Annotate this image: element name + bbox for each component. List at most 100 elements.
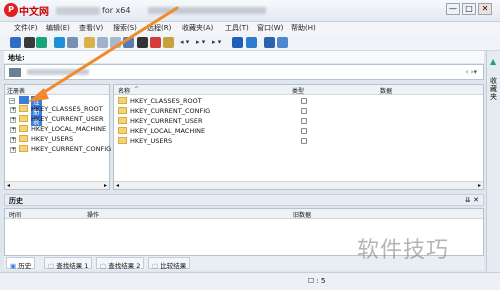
status-bar: ☐ : 5 [0,272,500,290]
save-icon[interactable] [24,37,35,48]
tree-item-current-config[interactable]: HKEY_CURRENT_CONFIG [19,145,111,154]
tab-history[interactable]: ▣ 历史 [6,257,36,270]
scroll-right-icon[interactable]: ▸ [478,182,481,189]
search-icon: ▢ [100,262,109,270]
favorites-dock[interactable]: ▲ 收藏夹 [486,51,500,290]
app-logo: P [4,3,18,17]
address-bar: 地址: [4,51,484,63]
folder-icon [118,137,127,144]
menu-favorites[interactable]: 收藏夹(A) [182,23,213,33]
expand-icon[interactable]: + [10,107,16,113]
menu-tools[interactable]: 工具(T) [225,23,249,33]
type-icon [301,138,307,144]
close-button[interactable]: ✕ [478,3,492,15]
folder-icon [118,117,127,124]
title-bar: P 中文网 for x64 — □ ✕ [0,0,500,22]
folder-icon [118,97,127,104]
tree-item-current-user[interactable]: HKEY_CURRENT_USER [19,115,104,124]
column-data[interactable]: 数据 [380,86,392,95]
tree-item-users[interactable]: HKEY_USERS [19,135,73,144]
tab-find-results-1[interactable]: ▢ 查找结果 1 [44,257,93,270]
column-name[interactable]: 名称 [118,86,130,95]
computer-icon [9,68,21,77]
toolbar: ◂ ▾ ▸ ▾ ▸ ▾ [0,34,500,51]
rename-icon[interactable] [163,37,174,48]
menu-file[interactable]: 文件(F) [14,23,38,33]
tab-find-results-2[interactable]: ▢ 查找结果 2 [96,257,145,270]
nav-forward-arrow-icon[interactable]: ▸ ▾ [196,38,205,46]
paste-icon[interactable] [97,37,108,48]
registry-list-pane: 名称 ^ 类型 数据 HKEY_CLASSES_ROOT HKEY_CURREN… [113,84,484,190]
delete-icon[interactable] [137,37,148,48]
list-item[interactable]: HKEY_CURRENT_CONFIG [118,107,478,116]
nav-up-arrow-icon[interactable]: ▸ ▾ [212,38,221,46]
list-item[interactable]: HKEY_LOCAL_MACHINE [118,127,478,136]
connect-icon[interactable] [67,37,78,48]
address-nav-icon[interactable]: ‹ ›▾ [466,68,477,76]
nav-back-arrow-icon[interactable]: ◂ ▾ [180,38,189,46]
search-icon: ▢ [48,262,57,270]
type-icon [301,118,307,124]
tree-horizontal-scrollbar[interactable]: ◂ ▸ [5,181,109,189]
folder-icon [19,115,28,122]
column-action[interactable]: 操作 [87,210,99,219]
watermark: 软件技巧 [357,238,450,263]
options-icon[interactable] [264,37,275,48]
menu-remote[interactable]: 远程(R) [147,23,171,33]
type-icon [301,108,307,114]
computer-icon [19,96,29,104]
list-header: 名称 ^ 类型 数据 [114,85,483,95]
expand-icon[interactable]: + [10,137,16,143]
list-item[interactable]: HKEY_CLASSES_ROOT [118,97,478,106]
blurred-app-name [56,7,100,15]
monitor-icon[interactable] [54,37,65,48]
tree-header: 注册表 [5,85,109,95]
compare-icon: ▢ [152,262,161,270]
dock-label: 收藏夹 [490,77,497,101]
dock-arrow-icon: ▲ [490,57,497,66]
folder-icon [19,135,28,142]
menu-edit[interactable]: 编辑(E) [46,23,70,33]
minimize-button[interactable]: — [446,3,460,15]
expand-icon[interactable]: + [10,127,16,133]
list-item[interactable]: HKEY_CURRENT_USER [118,117,478,126]
folder-icon [19,105,28,112]
expand-icon[interactable]: + [10,147,16,153]
collapse-icon[interactable]: − [9,98,15,104]
registry-icon[interactable] [277,37,288,48]
tree-item-local-machine[interactable]: HKEY_LOCAL_MACHINE [19,125,106,134]
expand-icon[interactable]: + [10,117,16,123]
status-key-icon: ☐ : [308,277,319,285]
pin-close-icon[interactable]: ⇊ ✕ [465,196,479,204]
back-dropdown-icon[interactable] [10,37,21,48]
tree-item-classes-root[interactable]: HKEY_CLASSES_ROOT [19,105,103,114]
type-icon [301,128,307,134]
column-old-data[interactable]: 旧数据 [293,210,311,219]
list-item[interactable]: HKEY_USERS [118,137,478,146]
folder-icon [118,107,127,114]
key-icon[interactable] [123,37,134,48]
scroll-left-icon[interactable]: ◂ [116,182,119,189]
menu-bar: 文件(F) 编辑(E) 查看(V) 搜索(S) 远程(R) 收藏夹(A) 工具(… [0,22,500,34]
scroll-left-icon[interactable]: ◂ [7,182,10,189]
menu-window[interactable]: 窗口(W) [257,23,283,33]
maximize-button[interactable]: □ [462,3,476,15]
list-horizontal-scrollbar[interactable]: ◂ ▸ [114,181,483,189]
copy-icon[interactable] [84,37,95,48]
scroll-right-icon[interactable]: ▸ [104,182,107,189]
bookmark-icon[interactable] [246,37,257,48]
stop-icon[interactable] [150,37,161,48]
menu-help[interactable]: 帮助(H) [291,23,316,33]
menu-search[interactable]: 搜索(S) [113,23,137,33]
find-icon[interactable] [110,37,121,48]
blurred-title-path [148,7,266,14]
blurred-address [27,69,89,75]
address-label: 地址: [8,54,25,62]
column-type[interactable]: 类型 [292,86,304,95]
tab-compare-results[interactable]: ▢ 比较结果 [148,257,191,270]
address-input[interactable]: ‹ ›▾ [4,64,484,80]
menu-view[interactable]: 查看(V) [79,23,103,33]
column-time[interactable]: 时间 [9,210,21,219]
export-icon[interactable] [36,37,47,48]
refresh-icon[interactable] [232,37,243,48]
